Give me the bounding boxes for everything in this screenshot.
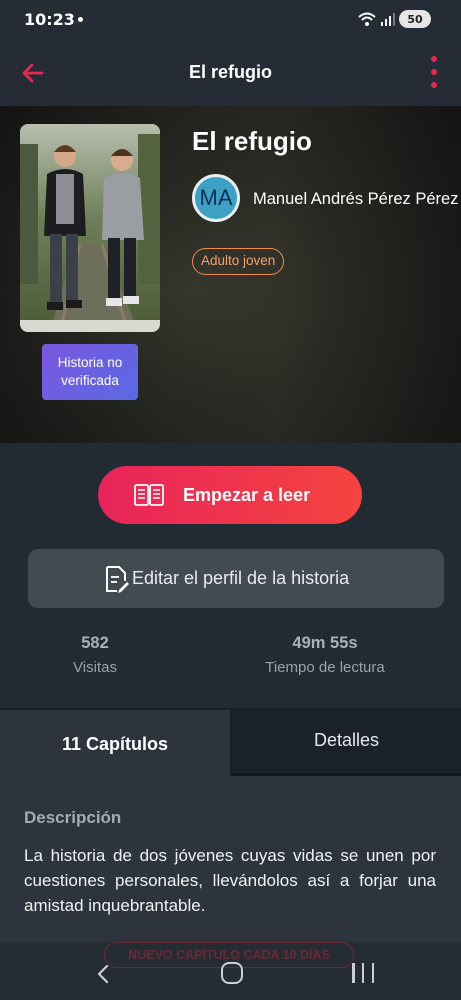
battery-icon: 50 xyxy=(399,10,431,28)
cover-illustration xyxy=(20,124,160,332)
visits-stat: 582 Visitas xyxy=(40,634,150,676)
author-avatar[interactable]: MA xyxy=(192,174,240,222)
description-panel: Descripción La historia de dos jóvenes c… xyxy=(0,776,461,946)
book-icon xyxy=(134,484,164,506)
system-nav-bar: NUEVO CAPÍTULO CADA 10 DÍAS xyxy=(0,942,461,1000)
start-reading-label: Empezar a leer xyxy=(183,485,311,505)
edit-story-profile-label: Editar el perfil de la historia xyxy=(132,568,350,588)
nav-home-icon[interactable] xyxy=(221,962,243,984)
signal-icon xyxy=(381,13,395,26)
status-icons: 50 xyxy=(357,10,431,28)
visits-count: 582 xyxy=(81,634,109,652)
app-bar-title: El refugio xyxy=(188,62,272,82)
description-text: La historia de dos jóvenes cuyas vidas s… xyxy=(24,846,436,915)
tab-chapters[interactable]: 11 Capítulos xyxy=(0,708,230,776)
tab-bar: 11 Capítulos Detalles xyxy=(0,708,461,776)
reading-time-label: Tiempo de lectura xyxy=(265,659,385,676)
visits-label: Visitas xyxy=(73,659,117,676)
reading-time-stat: 49m 55s Tiempo de lectura xyxy=(240,634,410,676)
status-bar: 10:23 50 xyxy=(0,0,461,40)
reading-time-value: 49m 55s xyxy=(292,634,358,652)
author-name[interactable]: Manuel Andrés Pérez Pérez xyxy=(253,190,461,209)
description-heading: Descripción xyxy=(24,808,122,827)
edit-story-profile-button[interactable]: Editar el perfil de la historia xyxy=(28,549,444,608)
story-title: El refugio xyxy=(192,126,312,156)
edit-document-icon xyxy=(106,566,129,593)
genre-tag[interactable]: Adulto joven xyxy=(192,248,285,275)
more-vert-icon[interactable] xyxy=(427,56,441,88)
notification-dot xyxy=(78,17,83,22)
nav-recents-icon[interactable] xyxy=(352,963,374,983)
tab-details[interactable]: Detalles xyxy=(232,708,461,776)
nav-back-icon[interactable] xyxy=(95,964,111,984)
start-reading-button[interactable]: Empezar a leer xyxy=(98,466,362,524)
status-time: 10:23 xyxy=(24,10,75,29)
app-bar: El refugio xyxy=(0,40,461,106)
story-header: Historia no verificada El refugio MA Man… xyxy=(0,106,461,443)
story-cover-image[interactable] xyxy=(20,124,160,332)
wifi-icon xyxy=(358,12,376,26)
verification-badge: Historia no verificada xyxy=(42,344,138,400)
story-detail-screen: 10:23 50 El refugio Historia no verifica… xyxy=(0,0,461,1000)
